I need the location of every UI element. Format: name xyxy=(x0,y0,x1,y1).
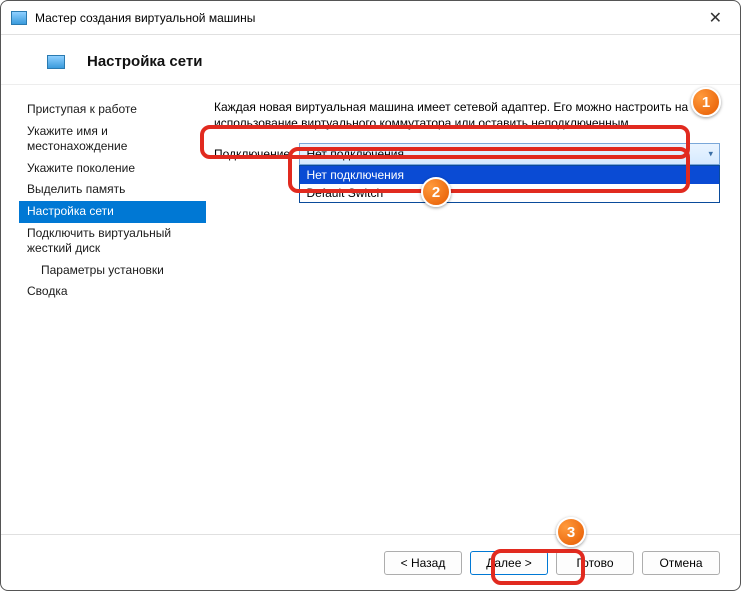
cancel-button[interactable]: Отмена xyxy=(642,551,720,575)
connection-combobox[interactable]: Нет подключения ▾ xyxy=(299,143,720,165)
dropdown-option[interactable]: Default Switch xyxy=(300,184,719,202)
dropdown-option[interactable]: Нет подключения xyxy=(300,166,719,184)
step-getting-started[interactable]: Приступая к работе xyxy=(19,99,206,121)
connection-label: Подключение: xyxy=(214,147,293,161)
wizard-window: Мастер создания виртуальной машины ✕ Нас… xyxy=(0,0,741,591)
page-title: Настройка сети xyxy=(87,53,202,70)
finish-button[interactable]: Готово xyxy=(556,551,634,575)
description-text: Каждая новая виртуальная машина имеет се… xyxy=(214,99,720,131)
wizard-body: Приступая к работе Укажите имя и местона… xyxy=(1,85,740,534)
step-generation[interactable]: Укажите поколение xyxy=(19,158,206,180)
app-icon xyxy=(11,11,27,25)
connection-dropdown: Нет подключения Default Switch xyxy=(299,165,720,203)
wizard-main: Каждая новая виртуальная машина имеет се… xyxy=(206,85,740,534)
wizard-sidebar: Приступая к работе Укажите имя и местона… xyxy=(1,85,206,534)
button-bar: < Назад Далее > Готово Отмена xyxy=(1,534,740,590)
connection-value: Нет подключения xyxy=(306,147,404,161)
step-hard-disk[interactable]: Подключить виртуальный жесткий диск xyxy=(19,223,206,260)
close-icon[interactable]: ✕ xyxy=(701,8,730,28)
step-install-options[interactable]: Параметры установки xyxy=(19,260,206,282)
titlebar: Мастер создания виртуальной машины ✕ xyxy=(1,1,740,35)
chevron-down-icon: ▾ xyxy=(708,149,713,160)
connection-row: Подключение: Нет подключения ▾ Нет подкл… xyxy=(214,143,720,165)
step-networking[interactable]: Настройка сети xyxy=(19,201,206,223)
step-name-location[interactable]: Укажите имя и местонахождение xyxy=(19,121,206,158)
step-summary[interactable]: Сводка xyxy=(19,281,206,303)
back-button[interactable]: < Назад xyxy=(384,551,462,575)
wizard-icon xyxy=(47,55,65,69)
step-memory[interactable]: Выделить память xyxy=(19,179,206,201)
window-title: Мастер создания виртуальной машины xyxy=(35,11,701,25)
next-button[interactable]: Далее > xyxy=(470,551,548,575)
wizard-header: Настройка сети xyxy=(1,35,740,85)
